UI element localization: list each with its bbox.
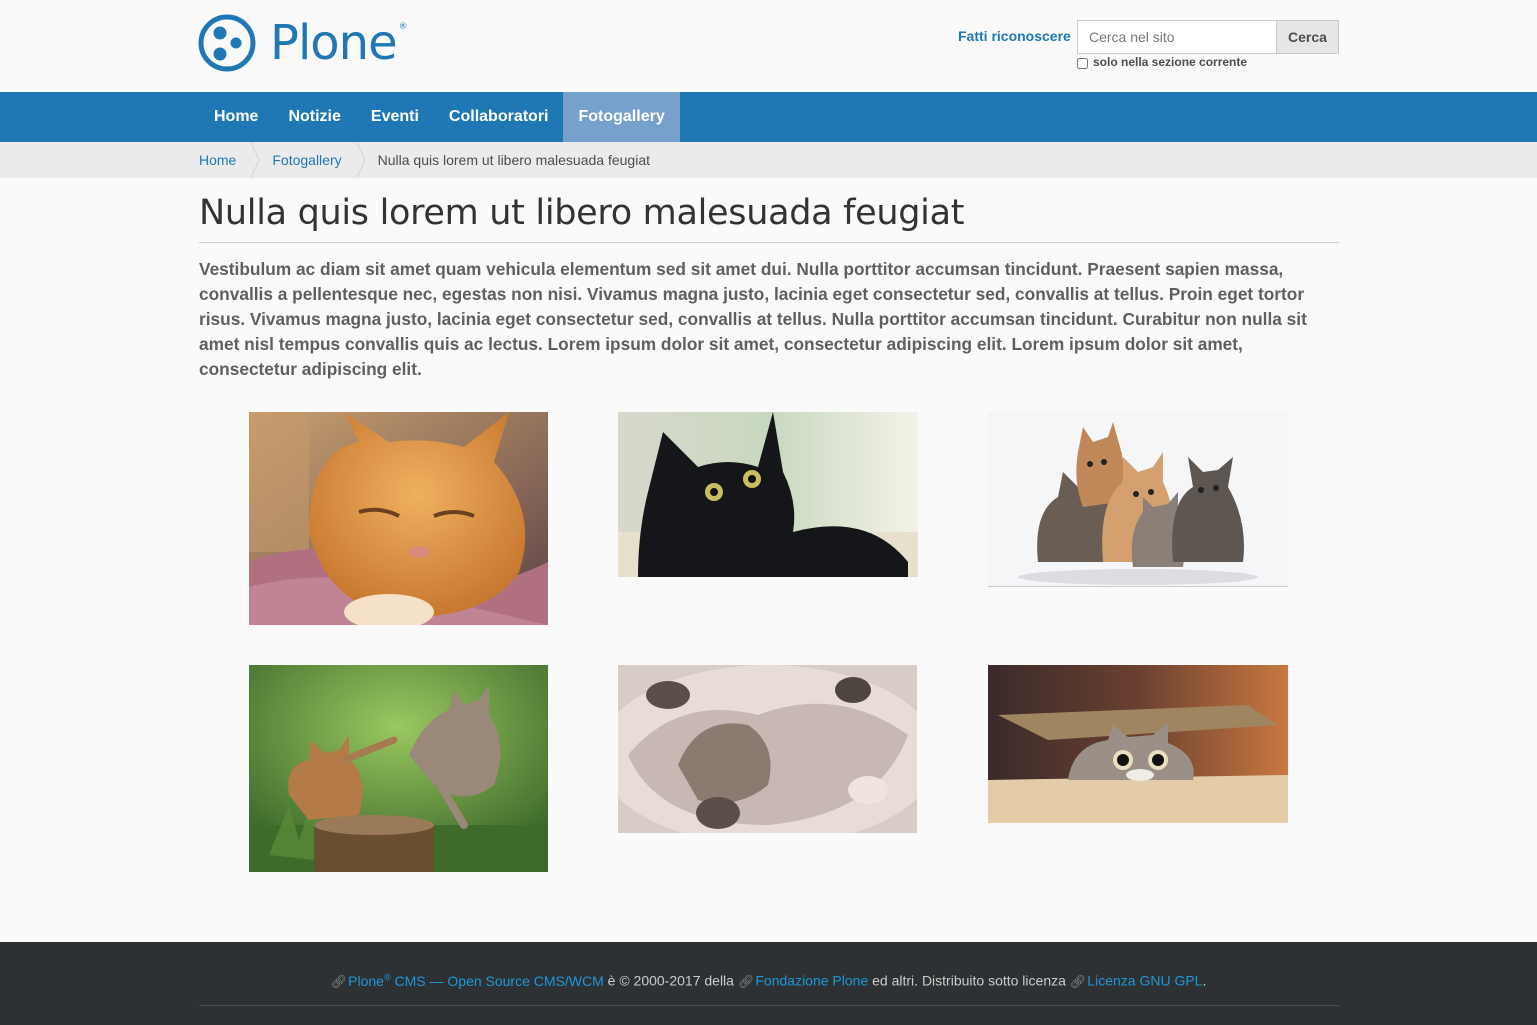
link-icon: 🔗︎ bbox=[737, 973, 755, 989]
footer-period: . bbox=[1202, 972, 1207, 989]
link-icon: 🔗︎ bbox=[1069, 973, 1087, 989]
link-icon: 🔗︎ bbox=[330, 973, 348, 989]
logo-text: Plone ® bbox=[270, 15, 408, 71]
plone-logo-icon bbox=[198, 14, 256, 72]
gallery-image-kittens[interactable] bbox=[988, 412, 1288, 587]
page-title: Nulla quis lorem ut libero malesuada feu… bbox=[199, 193, 1339, 243]
gallery-image-kittens-playing[interactable] bbox=[249, 665, 548, 872]
search-button[interactable]: Cerca bbox=[1276, 20, 1339, 54]
gallery-image-orange-cat[interactable] bbox=[249, 412, 548, 625]
photo-gallery bbox=[249, 412, 1289, 882]
nav-item-home[interactable]: Home bbox=[199, 92, 273, 142]
login-link[interactable]: Fatti riconoscere bbox=[958, 28, 1071, 44]
footer-colophon: 🔗︎Plone® CMS — Open Source CMS/WCM è © 2… bbox=[0, 972, 1537, 990]
breadcrumb-home[interactable]: Home bbox=[199, 152, 236, 168]
breadcrumb-fotogallery[interactable]: Fotogallery bbox=[272, 152, 341, 168]
footer-copyright-text: è © 2000-2017 della bbox=[603, 972, 738, 989]
nav-item-notizie[interactable]: Notizie bbox=[273, 92, 355, 142]
breadcrumb-separator-icon bbox=[356, 142, 366, 178]
search-scope-option[interactable]: solo nella sezione corrente bbox=[1077, 55, 1247, 69]
gallery-image-kitten-lying[interactable] bbox=[618, 665, 917, 833]
nav-item-collaboratori[interactable]: Collaboratori bbox=[434, 92, 564, 142]
main-navigation: Home Notizie Eventi Collaboratori Fotoga… bbox=[0, 92, 1537, 142]
search-scope-checkbox[interactable] bbox=[1077, 57, 1088, 69]
search-scope-label: solo nella sezione corrente bbox=[1093, 55, 1248, 69]
breadcrumb-separator-icon bbox=[250, 142, 260, 178]
gallery-image-cat-in-box[interactable] bbox=[988, 665, 1288, 823]
search-input[interactable] bbox=[1077, 20, 1277, 54]
breadcrumb: Home Fotogallery Nulla quis lorem ut lib… bbox=[0, 142, 1537, 178]
footer-license-text: ed altri. Distribuito sotto licenza bbox=[868, 972, 1070, 989]
footer-foundation-link[interactable]: Fondazione Plone bbox=[755, 973, 868, 989]
site-header: Plone® Fatti riconoscere Cerca solo nell… bbox=[0, 0, 1537, 92]
gallery-image-black-cat[interactable] bbox=[618, 412, 918, 577]
footer-plone-link[interactable]: Plone® CMS — Open Source CMS/WCM bbox=[348, 972, 604, 989]
page-description: Vestibulum ac diam sit amet quam vehicul… bbox=[199, 259, 1307, 379]
breadcrumb-current: Nulla quis lorem ut libero malesuada feu… bbox=[377, 152, 650, 168]
site-footer: 🔗︎Plone® CMS — Open Source CMS/WCM è © 2… bbox=[0, 942, 1537, 1025]
footer-divider bbox=[199, 1005, 1339, 1006]
nav-item-eventi[interactable]: Eventi bbox=[356, 92, 434, 142]
footer-license-link[interactable]: Licenza GNU GPL bbox=[1087, 973, 1202, 989]
nav-item-fotogallery[interactable]: Fotogallery bbox=[563, 92, 680, 142]
site-logo[interactable]: Plone ® bbox=[198, 14, 408, 72]
